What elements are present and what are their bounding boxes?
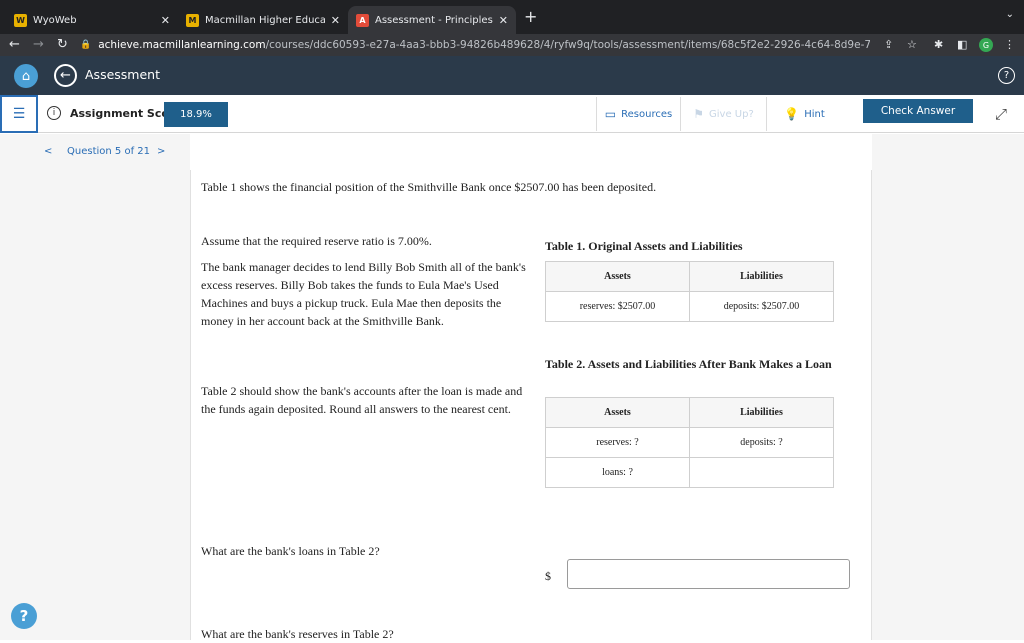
forward-arrow-icon[interactable]: → xyxy=(33,37,44,53)
resources-label: Resources xyxy=(621,108,673,120)
folder-icon: ▭ xyxy=(604,107,617,121)
tab-assessment[interactable]: A Assessment - Principles of Ma ✕ xyxy=(348,6,516,34)
browser-tab-strip: W WyoWeb ✕ M Macmillan Higher Education … xyxy=(0,0,1024,34)
question-counter[interactable]: Question 5 of 21 xyxy=(67,146,150,157)
left-margin xyxy=(0,134,190,640)
lightbulb-icon: 💡 xyxy=(784,107,800,121)
table-header: Assets xyxy=(545,261,690,292)
help-float-icon[interactable]: ? xyxy=(11,603,37,629)
next-question-button[interactable]: > xyxy=(157,146,165,157)
table2-title: Table 2. Assets and Liabilities After Ba… xyxy=(545,357,832,371)
close-icon[interactable]: ✕ xyxy=(499,14,508,27)
url-host: achieve.macmillanlearning.com xyxy=(98,39,266,51)
profile-avatar[interactable]: G xyxy=(979,38,993,52)
intro-text: Table 1 shows the financial position of … xyxy=(201,180,657,194)
prev-question-button[interactable]: < xyxy=(44,146,52,157)
tab-title: Macmillan Higher Education xyxy=(205,14,325,26)
home-icon[interactable]: ⌂ xyxy=(14,64,38,88)
scenario-text: The bank manager decides to lend Billy B… xyxy=(201,260,526,328)
table-row: reserves: $2507.00 deposits: $2507.00 xyxy=(545,291,834,322)
flag-icon: ⚑ xyxy=(693,107,704,121)
table-row: Assets Liabilities xyxy=(545,397,834,428)
table-header: Liabilities xyxy=(689,397,834,428)
check-answer-button[interactable]: Check Answer xyxy=(863,99,973,123)
chevron-down-icon[interactable]: ⌄ xyxy=(1006,9,1014,20)
reserve-ratio-text: Assume that the required reserve ratio i… xyxy=(201,234,432,248)
url-path: /courses/ddc60593-e27a-4aa3-bbb3-94826b4… xyxy=(265,39,870,51)
table-row: reserves: ? deposits: ? xyxy=(545,427,834,458)
table-cell: loans: ? xyxy=(545,457,690,488)
instruction-text: Table 2 should show the bank's accounts … xyxy=(201,384,523,416)
close-icon[interactable]: ✕ xyxy=(161,14,170,27)
hint-button[interactable]: 💡 Hint xyxy=(766,97,842,131)
table-cell: reserves: $2507.00 xyxy=(545,291,690,322)
table-header: Assets xyxy=(545,397,690,428)
star-icon[interactable]: ☆ xyxy=(907,38,917,52)
table-row: loans: ? xyxy=(545,457,834,488)
table2: Assets Liabilities reserves: ? deposits:… xyxy=(545,397,834,488)
hint-label: Hint xyxy=(804,108,825,120)
help-icon[interactable]: ? xyxy=(998,67,1015,84)
macmillan-favicon-icon: M xyxy=(186,13,199,27)
loans-answer-input[interactable] xyxy=(567,559,850,589)
info-icon[interactable]: i xyxy=(47,106,61,120)
table-cell: reserves: ? xyxy=(545,427,690,458)
expand-icon[interactable]: ⤢ xyxy=(995,105,1007,123)
question-list-icon[interactable]: ☰ xyxy=(0,95,38,133)
address-bar[interactable]: 🔒 achieve.macmillanlearning.com/courses/… xyxy=(80,35,870,55)
table-cell: deposits: $2507.00 xyxy=(689,291,834,322)
sidepanel-icon[interactable]: ◧ xyxy=(957,38,967,52)
table-row: Assets Liabilities xyxy=(545,261,834,292)
table-cell: deposits: ? xyxy=(689,427,834,458)
question-loans: What are the bank's loans in Table 2? xyxy=(201,544,380,558)
give-up-label: Give Up? xyxy=(709,108,754,120)
kebab-menu-icon[interactable]: ⋮ xyxy=(1004,38,1015,52)
back-circle-icon[interactable]: ← xyxy=(54,64,77,87)
table-cell xyxy=(689,457,834,488)
browser-toolbar: ← → ↻ 🔒 achieve.macmillanlearning.com/co… xyxy=(0,34,1024,56)
give-up-button[interactable]: ⚑ Give Up? xyxy=(680,97,766,131)
question-reserves: What are the bank's reserves in Table 2? xyxy=(201,627,394,641)
score-badge: 18.9% xyxy=(164,102,228,127)
share-icon[interactable]: ⇪ xyxy=(884,38,893,52)
table1: Assets Liabilities reserves: $2507.00 de… xyxy=(545,261,834,322)
right-margin xyxy=(872,134,1024,640)
tab-title: Assessment - Principles of Ma xyxy=(375,14,493,26)
tab-title: WyoWeb xyxy=(33,14,77,26)
extensions-puzzle-icon[interactable]: ✱ xyxy=(934,38,943,52)
table1-title: Table 1. Original Assets and Liabilities xyxy=(545,239,743,253)
tab-macmillan[interactable]: M Macmillan Higher Education ✕ xyxy=(178,6,348,34)
wyoweb-favicon-icon: W xyxy=(14,13,27,27)
currency-symbol: $ xyxy=(545,569,551,583)
close-icon[interactable]: ✕ xyxy=(331,14,340,27)
back-arrow-icon[interactable]: ← xyxy=(9,37,20,53)
reload-icon[interactable]: ↻ xyxy=(57,37,68,53)
new-tab-button[interactable]: + xyxy=(524,7,537,26)
resources-button[interactable]: ▭ Resources xyxy=(596,97,680,131)
page-title: Assessment xyxy=(85,67,160,82)
tab-wyoweb[interactable]: W WyoWeb ✕ xyxy=(6,6,178,34)
lock-icon: 🔒 xyxy=(80,40,92,50)
assessment-favicon-icon: A xyxy=(356,13,369,27)
table-header: Liabilities xyxy=(689,261,834,292)
